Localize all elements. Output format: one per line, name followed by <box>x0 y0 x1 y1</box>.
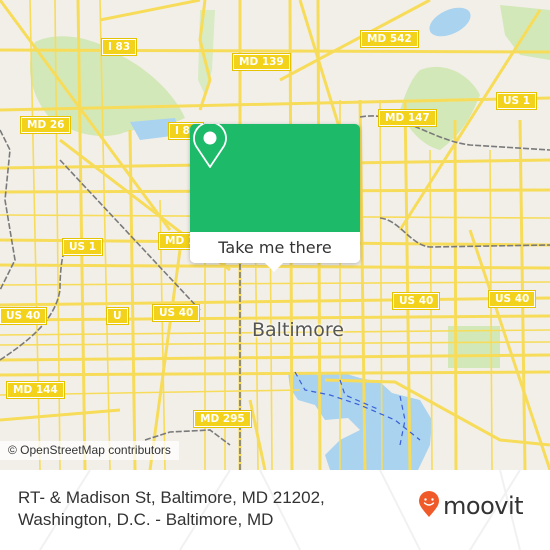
moovit-smiley-pin-icon <box>418 490 440 522</box>
address-text: RT- & Madison St, Baltimore, MD 21202, W… <box>18 488 325 529</box>
popup-pointer <box>265 263 283 272</box>
moovit-wordmark: moovit <box>443 492 524 520</box>
destination-popup: Take me there <box>190 124 360 272</box>
route-shield-us40-partial: U <box>106 307 129 325</box>
route-shield-md542: MD 542 <box>360 30 419 48</box>
route-shield-md295: MD 295 <box>193 410 252 428</box>
moovit-logo[interactable]: moovit <box>418 490 524 522</box>
route-shield-md139: MD 139 <box>232 53 291 71</box>
route-shield-us40-east: US 40 <box>487 290 537 308</box>
city-label-baltimore: Baltimore <box>252 319 344 341</box>
route-shield-us40-west: US 40 <box>151 304 201 322</box>
route-shield-us1-east: US 1 <box>495 92 538 110</box>
map-attribution[interactable]: © OpenStreetMap contributors <box>0 441 179 460</box>
route-shield-md26: MD 26 <box>19 116 72 134</box>
park-green-strip <box>198 10 215 95</box>
route-shield-us40-far-west: US 40 <box>0 307 48 325</box>
route-shield-md147: MD 147 <box>378 109 437 127</box>
route-shield-md144: MD 144 <box>6 381 65 399</box>
popup-header <box>190 124 360 232</box>
map-view[interactable]: I 83 MD 542 MD 139 MD 26 I 83 MD 147 US … <box>0 0 550 470</box>
route-shield-us1-west: US 1 <box>61 238 104 256</box>
route-shield-i83: I 83 <box>100 38 138 56</box>
take-me-there-button[interactable]: Take me there <box>190 232 360 263</box>
footer: RT- & Madison St, Baltimore, MD 21202, W… <box>0 470 550 550</box>
route-shield-us40-central: US 40 <box>391 292 441 310</box>
lake-montebello <box>429 7 471 37</box>
